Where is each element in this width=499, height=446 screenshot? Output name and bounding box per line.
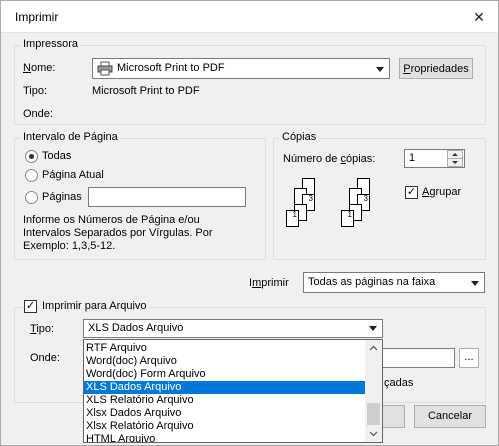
- pages-label: Páginas: [42, 191, 82, 203]
- dropdown-item[interactable]: Xlsx Dados Arquivo: [84, 407, 366, 420]
- print-to-file-label: Imprimir para Arquivo: [40, 300, 149, 312]
- current-page-label: Página Atual: [42, 169, 104, 181]
- close-icon[interactable]: ✕: [468, 7, 490, 27]
- page-range-help-line-2: Intervalos Separados por Vírgulas. Por: [23, 227, 213, 239]
- scroll-up-icon[interactable]: [365, 340, 382, 357]
- file-where-input[interactable]: [381, 348, 455, 368]
- file-type-value: XLS Dados Arquivo: [88, 322, 184, 334]
- cancel-button[interactable]: Cancelar: [414, 405, 486, 428]
- page-range-group-label: Intervalo de Página: [21, 131, 120, 143]
- dropdown-item[interactable]: Word(doc) Form Arquivo: [84, 368, 366, 381]
- uncollated-pages-icon: 3 1: [286, 176, 326, 234]
- dropdown-item[interactable]: Word(doc) Arquivo: [84, 355, 366, 368]
- chevron-down-icon[interactable]: [371, 60, 388, 77]
- dropdown-scrollbar[interactable]: [365, 340, 382, 442]
- file-type-dropdown-list: RTF Arquivo Word(doc) Arquivo Word(doc) …: [83, 339, 383, 443]
- all-pages-label: Todas: [42, 150, 72, 162]
- printer-name-value: Microsoft Print to PDF: [117, 62, 225, 74]
- ok-button[interactable]: [381, 405, 405, 428]
- printer-icon: [97, 61, 113, 76]
- collate-label: Agrupar: [422, 186, 462, 198]
- printer-name-label: Nome:: [23, 62, 56, 74]
- printer-group-label: Impressora: [21, 38, 81, 50]
- printer-where-label: Onde:: [23, 108, 53, 120]
- dialog-title: Imprimir: [15, 10, 59, 24]
- copies-group-label: Cópias: [280, 131, 319, 143]
- print-to-file-checkbox[interactable]: ✓: [24, 300, 37, 313]
- printer-group: Impressora: [14, 38, 486, 125]
- print-what-value: Todas as páginas na faixa: [308, 276, 436, 288]
- scrollbar-thumb[interactable]: [367, 403, 380, 425]
- page-range-help-line-3: Exemplo: 1,3,5-12.: [23, 240, 116, 252]
- collate-checkbox[interactable]: ✓: [405, 186, 418, 199]
- title-bar: Imprimir ✕: [1, 1, 498, 33]
- page-range-help-line-1: Informe os Números de Página e/ou: [23, 214, 200, 226]
- chevron-down-icon[interactable]: [466, 274, 483, 291]
- copies-count-label: Número de cópias:: [283, 153, 376, 165]
- browse-button[interactable]: ...: [459, 348, 479, 368]
- collated-pages-icon: 3 1: [341, 176, 381, 234]
- dropdown-item[interactable]: RTF Arquivo: [84, 342, 366, 355]
- print-what-label: Imprimir: [249, 277, 289, 289]
- copies-decrement-button[interactable]: [447, 158, 463, 167]
- printer-name-select[interactable]: Microsoft Print to PDF: [92, 58, 390, 79]
- properties-button[interactable]: Propriedades: [399, 58, 473, 79]
- chevron-down-icon[interactable]: [364, 321, 381, 336]
- print-dialog: Imprimir ✕ Impressora Nome: Microsoft Pr…: [0, 0, 499, 446]
- dropdown-item-selected[interactable]: XLS Dados Arquivo: [84, 381, 366, 394]
- dropdown-item[interactable]: XLS Relatório Arquivo: [84, 394, 366, 407]
- printer-type-value: Microsoft Print to PDF: [92, 85, 200, 97]
- partial-option-label: çadas: [384, 377, 414, 389]
- dropdown-item[interactable]: Xlsx Relatório Arquivo: [84, 420, 366, 433]
- printer-type-label: Tipo:: [23, 85, 48, 97]
- print-what-select[interactable]: Todas as páginas na faixa: [303, 272, 485, 293]
- current-page-radio[interactable]: [25, 169, 38, 182]
- dropdown-item[interactable]: HTML Arquivo: [84, 433, 366, 442]
- pages-input[interactable]: [88, 187, 246, 207]
- file-type-label: Tipo:: [30, 323, 55, 335]
- file-type-select[interactable]: XLS Dados Arquivo: [83, 319, 383, 338]
- scroll-down-icon[interactable]: [365, 425, 382, 442]
- pages-radio[interactable]: [25, 191, 38, 204]
- all-pages-radio[interactable]: [25, 150, 38, 163]
- file-where-label: Onde:: [30, 352, 60, 364]
